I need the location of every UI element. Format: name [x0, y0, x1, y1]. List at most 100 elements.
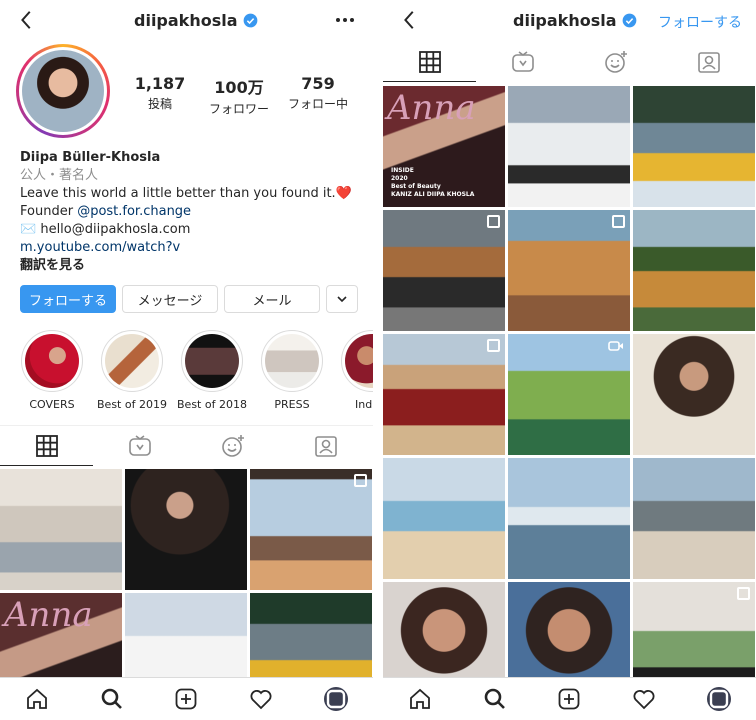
more-options-icon[interactable]: [335, 12, 355, 28]
story-highlights: COVERS Best of 2019 Best of 2018 PRESS I…: [16, 330, 373, 410]
message-button[interactable]: メッセージ: [122, 285, 218, 313]
highlight-label: Best of 2019: [97, 398, 167, 410]
nav-profile[interactable]: [704, 684, 734, 714]
profile-username-header: diipakhosla: [513, 11, 637, 30]
grid-post-11[interactable]: [508, 458, 630, 579]
face-effects-icon: [604, 51, 627, 73]
home-icon: [410, 688, 431, 709]
highlight-best-of-2019[interactable]: Best of 2019: [96, 330, 168, 410]
tab-tagged[interactable]: [279, 426, 372, 466]
app-logo-icon: [326, 689, 345, 709]
highlight-ring: [261, 330, 323, 392]
back-chevron-icon[interactable]: [16, 9, 38, 31]
grid-post-9[interactable]: [633, 334, 755, 455]
nav-add-post[interactable]: [171, 684, 201, 714]
grid-post-5[interactable]: [508, 210, 630, 331]
grid-post-2[interactable]: [125, 469, 247, 590]
nav-profile[interactable]: [321, 684, 351, 714]
see-translation-link[interactable]: 翻訳を見る: [20, 257, 360, 275]
following-label: フォロー中: [287, 97, 348, 111]
tab-effects[interactable]: [569, 42, 662, 82]
highlight-thumbnail: [345, 334, 373, 388]
grid-post-3[interactable]: [633, 86, 755, 207]
tab-posts-grid[interactable]: [0, 426, 93, 466]
top-bar: diipakhosla: [0, 0, 373, 42]
founder-label: Founder: [20, 204, 74, 219]
grid-post-2[interactable]: [508, 86, 630, 207]
posts-count-stat[interactable]: 1,187 投稿: [120, 74, 200, 112]
highlight-indian[interactable]: Indian: [336, 330, 373, 410]
highlight-label: PRESS: [274, 398, 310, 410]
header-follow-button[interactable]: フォローする: [658, 12, 742, 32]
nav-search[interactable]: [480, 684, 510, 714]
nav-activity[interactable]: [629, 684, 659, 714]
add-post-icon: [176, 688, 197, 710]
profile-username-header: diipakhosla: [134, 11, 258, 30]
nav-add-post[interactable]: [554, 684, 584, 714]
email-button[interactable]: メール: [224, 285, 320, 313]
grid-post-3[interactable]: [250, 469, 372, 590]
igtv-icon: [511, 51, 534, 72]
magazine-cover-title: Anna: [4, 595, 93, 635]
highlight-ring: [341, 330, 373, 392]
highlight-label: Indian: [355, 398, 373, 410]
profile-avatar-photo: [22, 50, 104, 132]
profile-avatar-icon: [323, 687, 348, 711]
heart-icon: [633, 690, 655, 710]
home-icon: [27, 688, 48, 709]
tab-tagged[interactable]: [662, 42, 755, 82]
highlight-best-of-2018[interactable]: Best of 2018: [176, 330, 248, 410]
screenshot-stage: diipakhosla 1,187 投稿 100万 フォロワー 759 フォロー…: [0, 0, 756, 720]
verified-badge-icon: [622, 13, 636, 28]
avatar-inner: [19, 47, 107, 135]
app-logo-icon: [709, 689, 728, 709]
back-chevron-icon[interactable]: [399, 9, 421, 31]
follow-button[interactable]: フォローする: [20, 285, 116, 313]
verified-badge-icon: [243, 13, 257, 28]
profile-action-buttons: フォローする メッセージ メール: [20, 285, 358, 313]
tagged-user-icon: [314, 436, 337, 457]
email-text: hello@diipakhosla.com: [40, 222, 191, 237]
bottom-navigation: [383, 677, 756, 720]
grid-post-10[interactable]: [383, 458, 505, 579]
founder-line: Founder @post.for.change: [20, 204, 191, 219]
cover-line: DIIPA KHOSLA: [426, 191, 475, 198]
grid-post-1[interactable]: [0, 469, 122, 590]
nav-home[interactable]: [405, 684, 435, 714]
grid-post-6[interactable]: [633, 210, 755, 331]
bio-line: Leave this world a little better than yo…: [20, 186, 352, 201]
cover-line: 2020: [391, 175, 408, 182]
post-for-change-link[interactable]: @post.for.change: [77, 204, 191, 219]
tab-posts-grid[interactable]: [383, 42, 476, 82]
profile-screen-right: diipakhosla フォローする Anna INSIDE 2020 Best…: [383, 0, 756, 720]
highlight-label: COVERS: [29, 398, 75, 410]
highlight-press[interactable]: PRESS: [256, 330, 328, 410]
profile-avatar-story-ring[interactable]: [16, 44, 110, 138]
nav-home[interactable]: [22, 684, 52, 714]
followers-count-stat[interactable]: 100万 フォロワー: [199, 74, 279, 117]
profile-full-name: Diipa Büller-Khosla: [20, 150, 161, 165]
nav-search[interactable]: [97, 684, 127, 714]
tab-igtv[interactable]: [476, 42, 569, 82]
username-text: diipakhosla: [513, 11, 617, 30]
grid-post-12[interactable]: [633, 458, 755, 579]
grid-post-7[interactable]: [383, 334, 505, 455]
grid-post-4[interactable]: [383, 210, 505, 331]
tab-effects[interactable]: [186, 426, 279, 466]
igtv-icon: [128, 435, 151, 456]
carousel-indicator-icon: [487, 215, 500, 228]
carousel-indicator-icon: [354, 474, 367, 487]
grid-post-8[interactable]: [508, 334, 630, 455]
following-count-stat[interactable]: 759 フォロー中: [278, 74, 358, 112]
suggested-accounts-dropdown[interactable]: [326, 285, 358, 313]
tab-igtv[interactable]: [93, 426, 186, 466]
followers-label: フォロワー: [208, 102, 269, 116]
youtube-link[interactable]: m.youtube.com/watch?v: [20, 240, 180, 255]
grid-post-magazine-cover[interactable]: Anna INSIDE 2020 Best of Beauty KANIZ AL…: [383, 86, 505, 207]
grid-icon: [35, 434, 58, 457]
highlight-covers[interactable]: COVERS: [16, 330, 88, 410]
nav-activity[interactable]: [246, 684, 276, 714]
face-effects-icon: [221, 435, 244, 457]
highlight-thumbnail: [105, 334, 159, 388]
cover-line: Best of Beauty: [391, 183, 441, 190]
